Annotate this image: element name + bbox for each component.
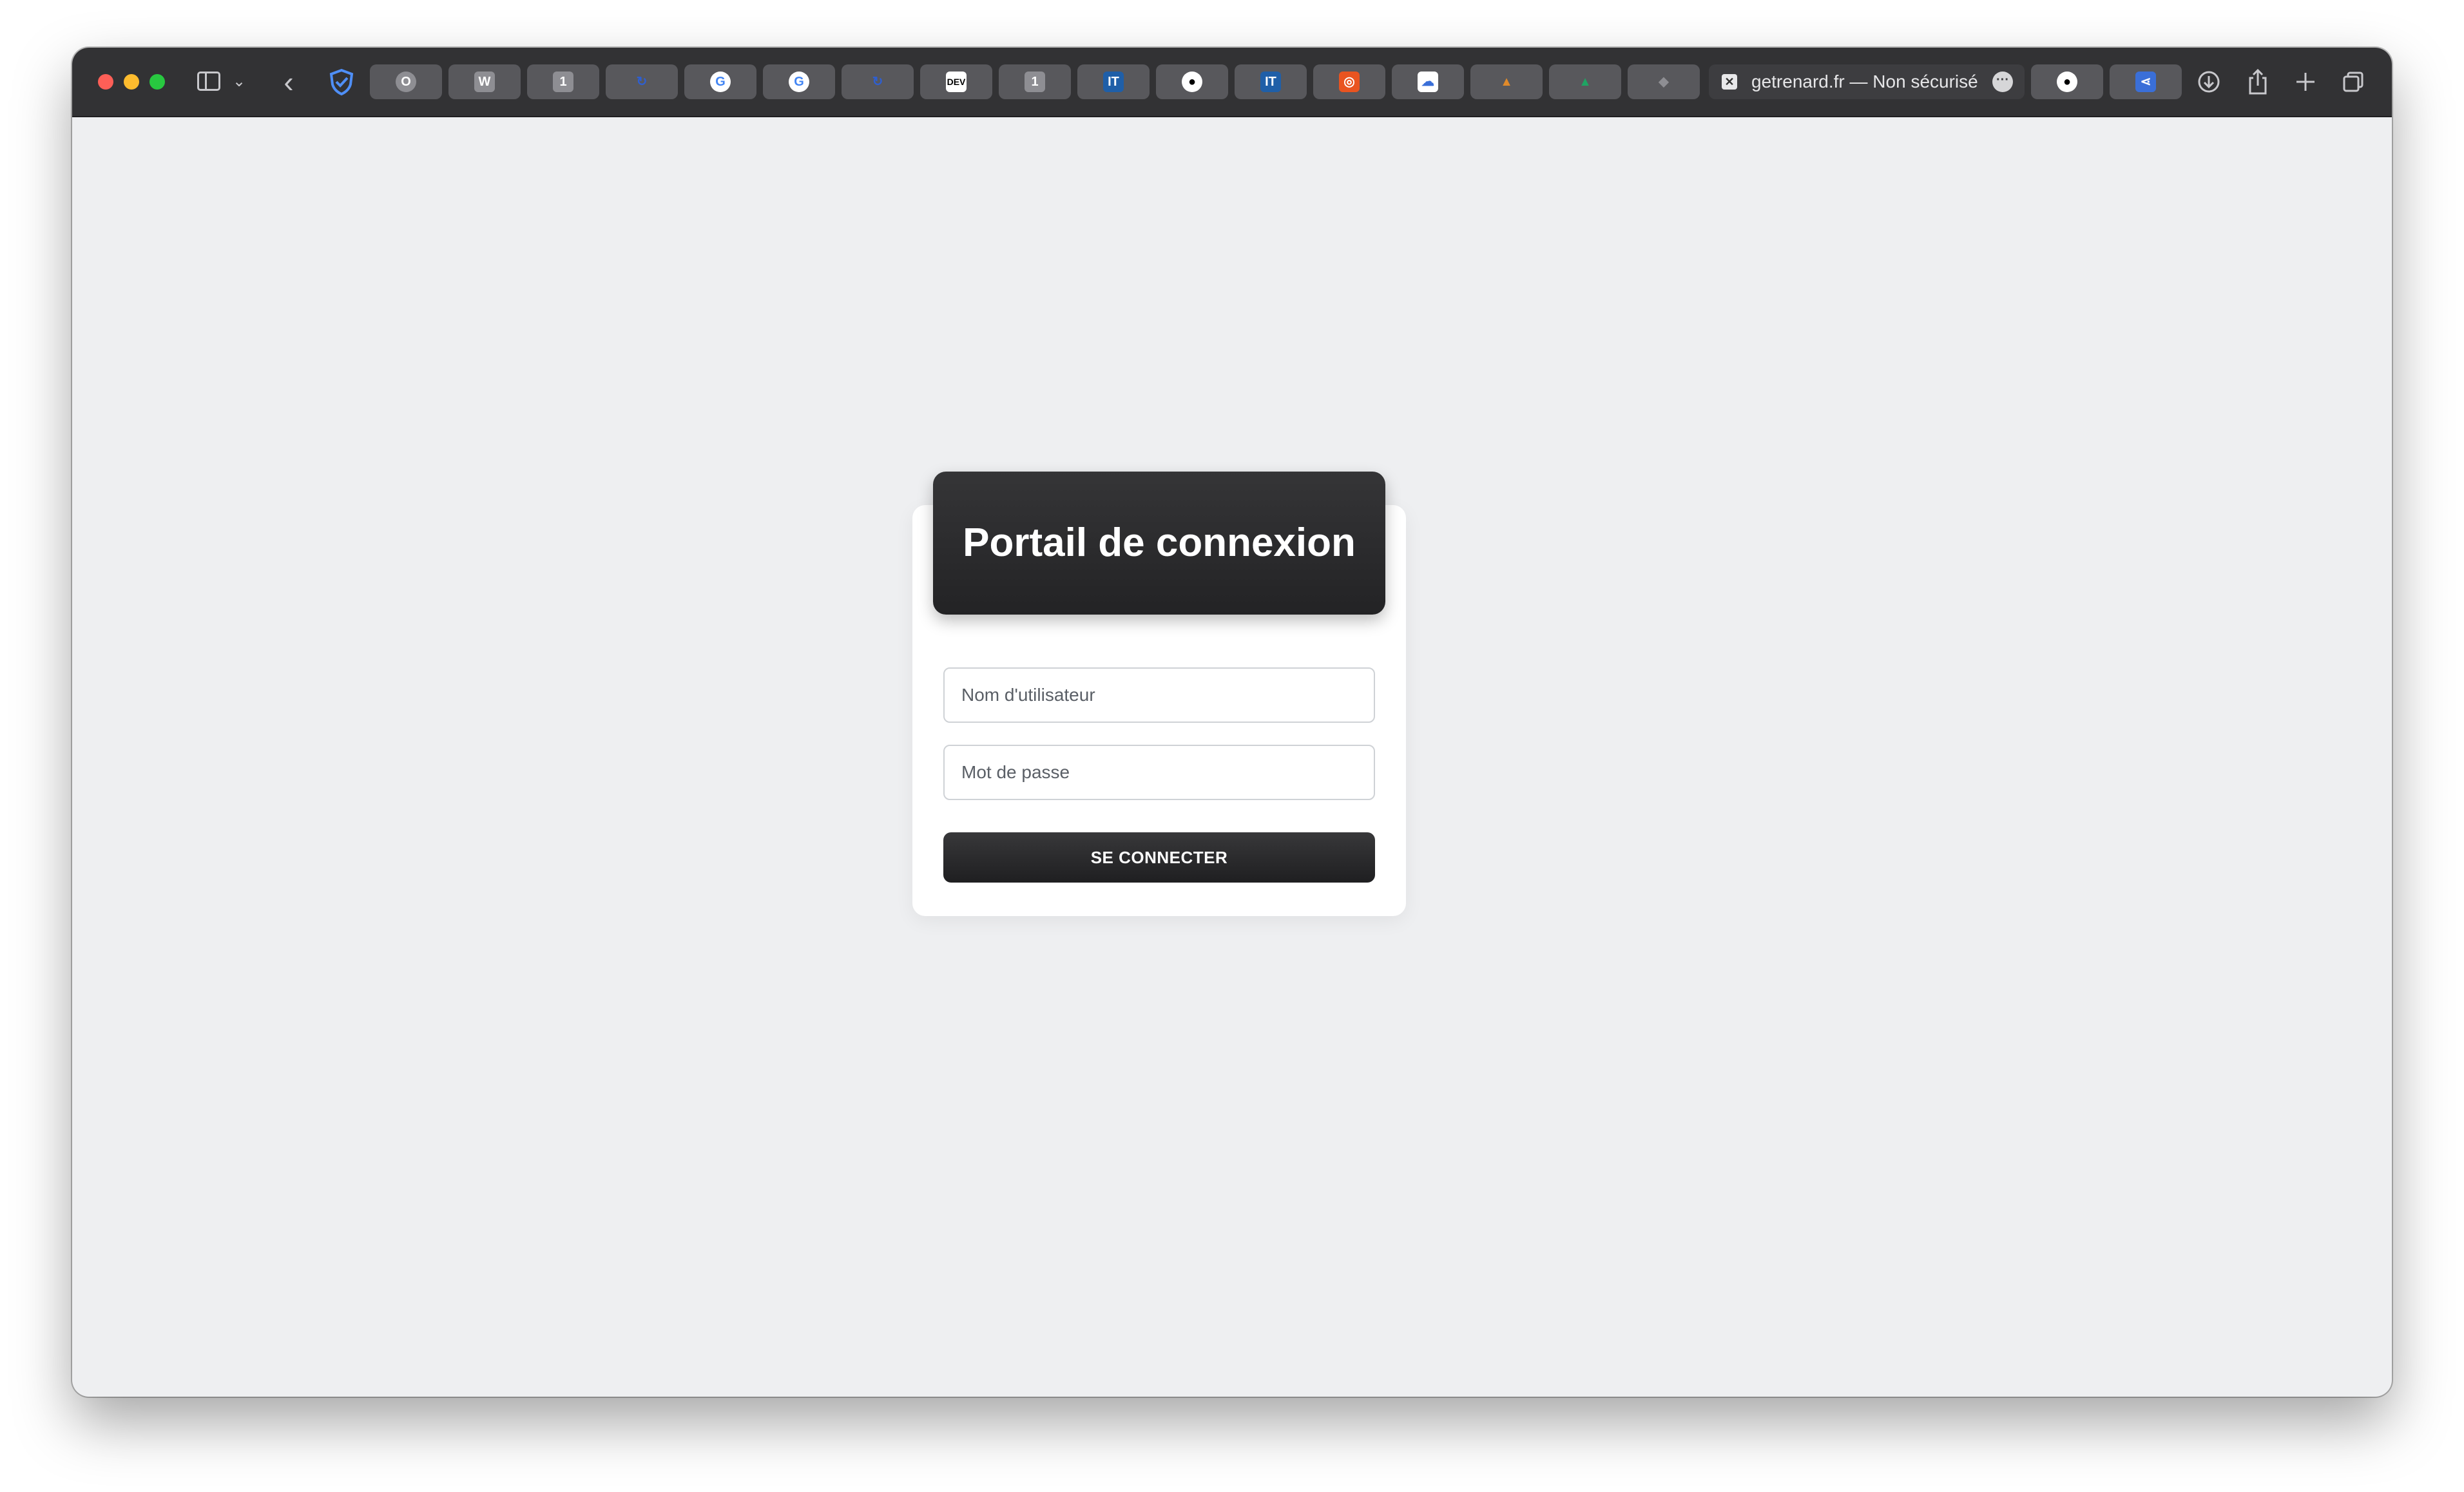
tab-o-favicon-icon: O	[396, 72, 416, 92]
tab-1password-b[interactable]: 1	[999, 64, 1071, 99]
tab-share[interactable]: ⋖	[2110, 64, 2182, 99]
tab-sync-a[interactable]: ↻	[606, 64, 678, 99]
tab-w[interactable]: W	[448, 64, 521, 99]
tab-share-favicon-icon: ⋖	[2135, 72, 2156, 92]
tab-drive-favicon-icon: ▲	[1579, 75, 1592, 89]
tab-cloud[interactable]: ☁	[1392, 64, 1464, 99]
tab-it-a[interactable]: IT	[1077, 64, 1150, 99]
browser-toolbar: ⌄ ‹ O W 1 ↻ G G ↻ DEV 1 IT ● IT ◎ ☁ ▲ ▲ ◆ ✕ getrenard.fr…	[72, 48, 2392, 117]
active-tab[interactable]: ✕ getrenard.fr — Non sécurisé ···	[1709, 64, 2025, 99]
tab-google-b[interactable]: G	[763, 64, 835, 99]
minimize-window-button[interactable]	[124, 74, 139, 90]
password-input[interactable]	[943, 745, 1375, 800]
tab-it-a-favicon-icon: IT	[1103, 72, 1124, 92]
download-icon[interactable]	[2192, 65, 2226, 99]
tab-ubuntu-favicon-icon: ◎	[1339, 72, 1360, 92]
chevron-down-icon[interactable]: ⌄	[229, 65, 249, 99]
tab-google-a-favicon-icon: G	[710, 72, 731, 92]
new-tab-icon[interactable]	[2289, 65, 2322, 99]
tab-dev[interactable]: DEV	[920, 64, 992, 99]
tab-1password-a-favicon-icon: 1	[553, 72, 573, 92]
tab-google-b-favicon-icon: G	[789, 72, 809, 92]
tab-cloud-favicon-icon: ☁	[1418, 72, 1438, 92]
site-favicon-icon: ✕	[1722, 74, 1737, 90]
tab-dev-favicon-icon: DEV	[946, 72, 967, 92]
tab-github-b-favicon-icon: ●	[2057, 72, 2077, 92]
tab-o[interactable]: O	[370, 64, 442, 99]
username-input[interactable]	[943, 667, 1375, 723]
tab-drop[interactable]: ◆	[1628, 64, 1700, 99]
back-icon[interactable]: ‹	[276, 65, 302, 99]
tab-overview-icon[interactable]	[2336, 65, 2370, 99]
tab-drive[interactable]: ▲	[1549, 64, 1621, 99]
tab-cone[interactable]: ▲	[1470, 64, 1543, 99]
close-window-button[interactable]	[98, 74, 113, 90]
tab-github-a-favicon-icon: ●	[1182, 72, 1202, 92]
tab-1password-b-favicon-icon: 1	[1025, 72, 1045, 92]
tab-github-b[interactable]: ●	[2031, 64, 2103, 99]
tab-google-a[interactable]: G	[684, 64, 756, 99]
tab-drop-favicon-icon: ◆	[1659, 75, 1669, 89]
share-icon[interactable]	[2241, 65, 2275, 99]
maximize-window-button[interactable]	[149, 74, 165, 90]
tab-it-b[interactable]: IT	[1235, 64, 1307, 99]
tab-cone-favicon-icon: ▲	[1500, 75, 1513, 89]
tab-sync-b[interactable]: ↻	[842, 64, 914, 99]
more-options-icon[interactable]: ···	[1992, 72, 2013, 92]
login-button[interactable]: SE CONNECTER	[943, 832, 1375, 883]
sidebar-toggle-icon[interactable]	[195, 65, 223, 99]
tab-it-b-favicon-icon: IT	[1260, 72, 1281, 92]
tab-1password-a[interactable]: 1	[527, 64, 599, 99]
address-bar-text[interactable]: getrenard.fr — Non sécurisé	[1751, 64, 1978, 99]
tab-sync-b-favicon-icon: ↻	[872, 75, 883, 89]
shield-icon[interactable]	[323, 65, 360, 99]
login-title: Portail de connexion	[933, 472, 1385, 615]
tab-ubuntu[interactable]: ◎	[1313, 64, 1385, 99]
tab-github-a[interactable]: ●	[1156, 64, 1228, 99]
tab-sync-a-favicon-icon: ↻	[636, 75, 648, 89]
tab-w-favicon-icon: W	[474, 72, 495, 92]
